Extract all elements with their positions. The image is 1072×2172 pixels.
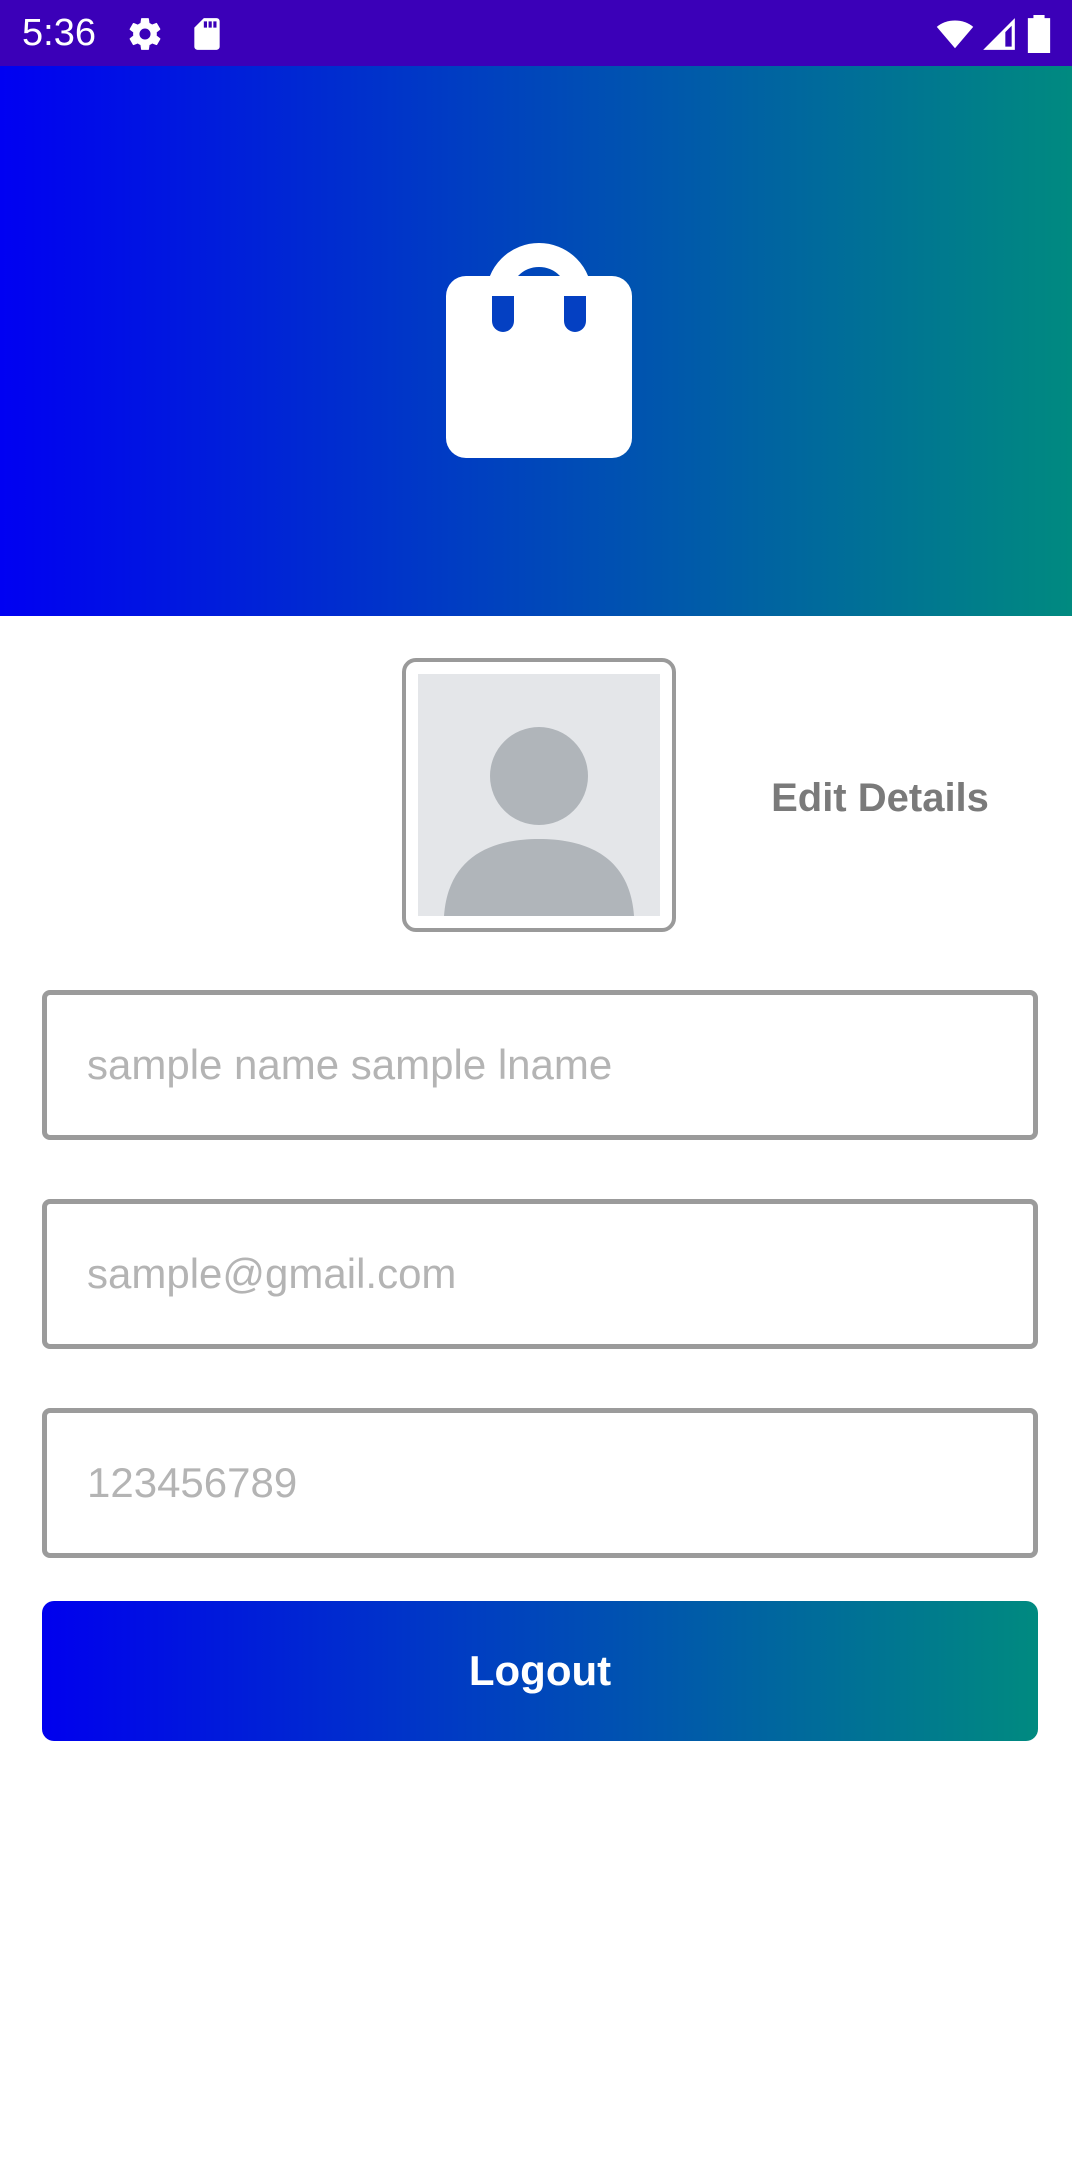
email-input[interactable] (47, 1204, 1033, 1344)
shopping-bag-icon (446, 226, 632, 458)
status-bar: 5:36 (0, 0, 1072, 66)
header-banner (0, 66, 1072, 616)
profile-avatar[interactable] (402, 658, 676, 932)
email-field[interactable] (42, 1199, 1038, 1349)
wifi-icon (936, 15, 974, 53)
status-time: 5:36 (22, 12, 96, 54)
sd-card-icon (188, 15, 226, 53)
phone-input[interactable] (47, 1413, 1033, 1553)
phone-field[interactable] (42, 1408, 1038, 1558)
edit-details-button[interactable]: Edit Details (740, 770, 1020, 826)
name-input[interactable] (47, 995, 1033, 1135)
gear-icon (126, 15, 164, 53)
cell-signal-icon (980, 15, 1018, 53)
name-field[interactable] (42, 990, 1038, 1140)
person-placeholder-icon (418, 674, 660, 916)
battery-icon (1026, 15, 1052, 53)
logout-button[interactable]: Logout (42, 1601, 1038, 1741)
